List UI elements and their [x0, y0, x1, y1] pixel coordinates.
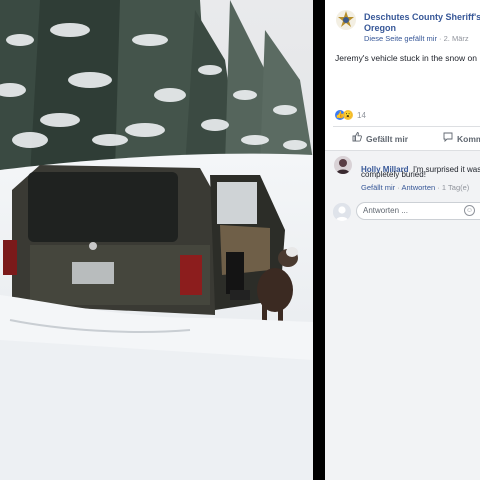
sheriff-star-icon[interactable] [335, 9, 357, 31]
like-button[interactable]: Gefällt mir [352, 132, 408, 145]
comments-section [325, 151, 480, 480]
post-header: Deschutes County Sheriff's O Oregon Dies… [325, 0, 480, 44]
comment-text-continued: completely buried! [361, 170, 426, 179]
liked-page-link[interactable]: Diese Seite gefällt mir [364, 34, 437, 43]
comment-like-link[interactable]: Gefällt mir [361, 183, 395, 192]
post-text: Jeremy's vehicle stuck in the snow on I [335, 53, 480, 63]
post-panel: Deschutes County Sheriff's O Oregon Dies… [325, 0, 480, 480]
comment-reply-link[interactable]: Antworten [401, 183, 435, 192]
post-actions: Gefällt mir Komm [325, 128, 480, 150]
comment-button[interactable]: Komm [443, 132, 480, 145]
thumbs-up-icon [352, 132, 362, 145]
comment-time[interactable]: 1 Tag(e) [442, 183, 469, 192]
reaction-count: 14 [357, 110, 366, 120]
snow-vehicle-photo [0, 0, 313, 480]
comment-meta: Gefällt mir · Antworten · 1 Tag(e) [361, 183, 470, 192]
suv-vehicle [3, 165, 285, 315]
reply-input[interactable]: Antworten ... [356, 202, 480, 220]
comment-label: Komm [457, 133, 480, 144]
post-meta: Diese Seite gefällt mir · 2. März [364, 34, 469, 43]
speech-bubble-icon [443, 132, 453, 145]
post-date[interactable]: 2. März [444, 34, 469, 43]
post-photo[interactable] [0, 0, 313, 480]
divider [333, 126, 480, 127]
page-name-line2[interactable]: Oregon [364, 22, 480, 34]
wow-reaction-icon: 😮 [343, 110, 353, 120]
reactions-summary[interactable]: 👍 😮 14 [335, 109, 366, 121]
like-label: Gefällt mir [366, 133, 409, 144]
commenter-avatar[interactable] [334, 156, 352, 174]
user-avatar [333, 203, 351, 221]
smiley-icon[interactable]: ☺ [464, 205, 475, 216]
